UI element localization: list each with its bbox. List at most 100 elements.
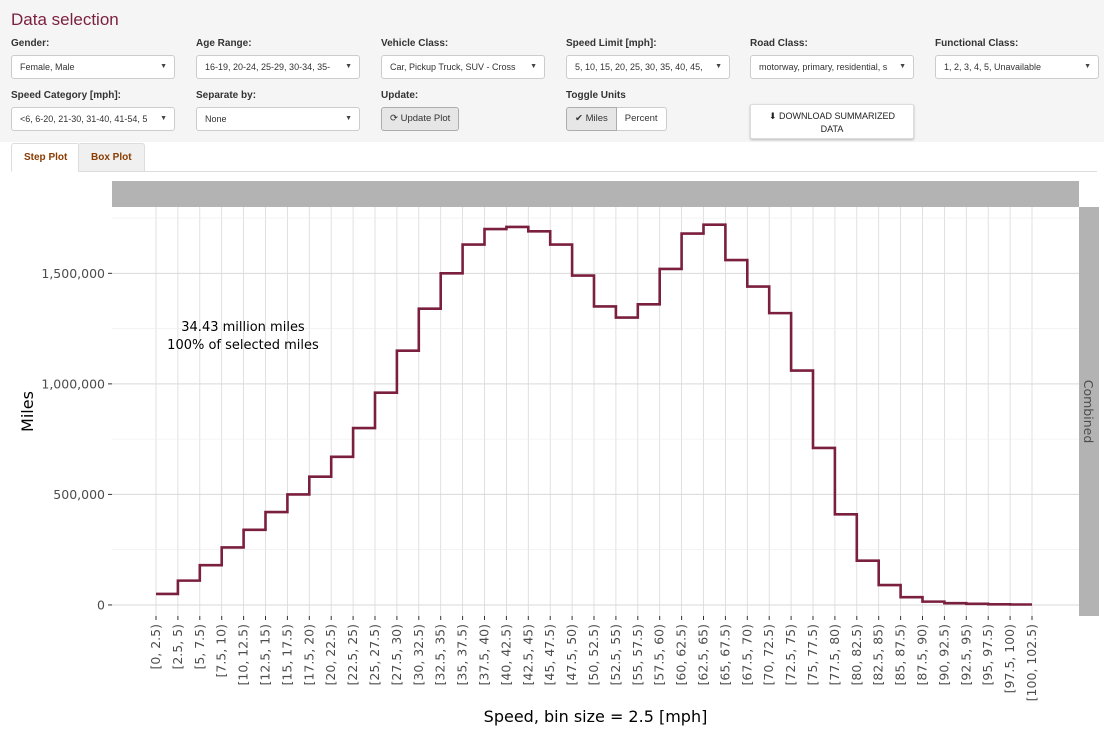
road-class-value: motorway, primary, residential, s (759, 62, 888, 72)
x-tick-label: [75, 77.5) (805, 624, 820, 685)
annotation-text: 34.43 million miles (181, 320, 305, 335)
y-tick-label: 1,000,000 (41, 376, 105, 391)
caret-down-icon: ▼ (160, 115, 167, 122)
facet-label: Combined (1081, 380, 1096, 444)
vehicle-class-control: Vehicle Class: Car, Pickup Truck, SUV - … (381, 38, 545, 79)
panel-title: Data selection (11, 10, 119, 29)
x-tick-label: [60, 62.5) (674, 624, 689, 685)
separate-by-value: None (205, 114, 227, 124)
miles-toggle-button[interactable]: ✔ Miles (566, 107, 617, 131)
update-plot-label: Update Plot (400, 113, 451, 124)
x-tick-label: [57.5, 60) (652, 624, 667, 685)
caret-down-icon: ▼ (715, 63, 722, 70)
x-tick-label: [22.5, 25) (345, 624, 360, 685)
x-tick-label: [82.5, 85) (871, 624, 886, 685)
age-range-value: 16-19, 20-24, 25-29, 30-34, 35- (205, 62, 331, 72)
x-tick-label: [90, 92.5) (936, 624, 951, 685)
update-label: Update: (381, 90, 419, 101)
vehicle-class-value: Car, Pickup Truck, SUV - Cross (390, 62, 516, 72)
download-summarized-data-button[interactable]: ⬇ DOWNLOAD SUMMARIZED DATA (750, 104, 914, 139)
x-tick-label: [97.5, 100) (1002, 624, 1017, 693)
x-tick-label: [72.5, 75) (783, 624, 798, 685)
step-plot-chart: Combined 0 500,000 1,000,000 1,500,000 [0, 2… (18, 181, 1099, 726)
top-facet-strip (112, 181, 1079, 207)
x-axis-title: Speed, bin size = 2.5 [mph] (484, 707, 708, 726)
x-tick-label: [10, 12.5) (236, 624, 251, 685)
x-tick-label: [85, 87.5) (893, 624, 908, 685)
y-axis-title: Miles (18, 391, 37, 432)
x-tick-label: [87.5, 90) (915, 624, 930, 685)
speed-limit-value: 5, 10, 15, 20, 25, 30, 35, 40, 45, (575, 62, 703, 72)
speed-limit-control: Speed Limit [mph]: 5, 10, 15, 20, 25, 30… (566, 38, 730, 79)
y-tick-label: 0 (97, 597, 105, 612)
x-tick-label: [40, 42.5) (498, 624, 513, 685)
speed-limit-label: Speed Limit [mph]: (566, 38, 657, 49)
x-tick-label: [100, 102.5) (1024, 624, 1039, 701)
caret-down-icon: ▼ (345, 63, 352, 70)
gender-select[interactable]: Female, Male ▼ (11, 55, 175, 79)
update-control: Update: ⟳ Update Plot (381, 90, 545, 131)
separate-by-control: Separate by: None ▼ (196, 90, 360, 131)
toggle-units-control: Toggle Units ✔ Miles Percent (566, 90, 730, 131)
x-tick-label: [65, 67.5) (717, 624, 732, 685)
age-range-select[interactable]: 16-19, 20-24, 25-29, 30-34, 35- ▼ (196, 55, 360, 79)
speed-category-label: Speed Category [mph]: (11, 90, 122, 101)
x-tick-label: [30, 32.5) (411, 624, 426, 685)
download-icon: ⬇ (768, 111, 777, 121)
functional-class-label: Functional Class: (935, 38, 1019, 49)
vehicle-class-select[interactable]: Car, Pickup Truck, SUV - Cross ▼ (381, 55, 545, 79)
y-tick-label: 500,000 (53, 487, 105, 502)
percent-toggle-label: Percent (624, 113, 658, 124)
x-tick-label: [0, 2.5) (148, 624, 163, 670)
gender-label: Gender: (11, 38, 50, 49)
toggle-units-group: ✔ Miles Percent (566, 107, 667, 131)
vehicle-class-label: Vehicle Class: (381, 38, 449, 49)
percent-toggle-button[interactable]: Percent (616, 107, 667, 131)
plot-panel (112, 207, 1079, 616)
gender-control: Gender: Female, Male ▼ (11, 38, 175, 79)
functional-class-value: 1, 2, 3, 4, 5, Unavailable (944, 62, 1042, 72)
download-label-line2: DATA (820, 124, 844, 134)
x-tick-label: [95, 97.5) (980, 624, 995, 685)
x-tick-label: [37.5, 40) (477, 624, 492, 685)
refresh-icon: ⟳ (390, 113, 398, 124)
x-tick-label: [17.5, 20) (301, 624, 316, 685)
download-label-line1: DOWNLOAD SUMMARIZED (779, 111, 896, 121)
y-tick-label: 1,500,000 (41, 266, 105, 281)
caret-down-icon: ▼ (899, 63, 906, 70)
caret-down-icon: ▼ (345, 115, 352, 122)
x-tick-label: [12.5, 15) (258, 624, 273, 685)
tab-box-plot[interactable]: Box Plot (78, 143, 145, 172)
speed-category-control: Speed Category [mph]: <6, 6-20, 21-30, 3… (11, 90, 175, 131)
gender-value: Female, Male (20, 62, 75, 72)
x-tick-label: [2.5, 5) (170, 624, 185, 670)
x-tick-label: [20, 22.5) (323, 624, 338, 685)
speed-limit-select[interactable]: 5, 10, 15, 20, 25, 30, 35, 40, 45, ▼ (566, 55, 730, 79)
plot-tabs: Step Plot Box Plot (11, 143, 1097, 172)
check-icon: ✔ (575, 113, 583, 124)
x-tick-label: [80, 82.5) (849, 624, 864, 685)
x-tick-label: [77.5, 80) (827, 624, 842, 685)
tab-step-plot[interactable]: Step Plot (11, 143, 81, 172)
caret-down-icon: ▼ (1084, 63, 1091, 70)
x-tick-label: [42.5, 45) (520, 624, 535, 685)
speed-category-select[interactable]: <6, 6-20, 21-30, 31-40, 41-54, 5 ▼ (11, 107, 175, 131)
x-tick-label: [62.5, 65) (696, 624, 711, 685)
miles-toggle-label: Miles (585, 113, 608, 124)
separate-by-select[interactable]: None ▼ (196, 107, 360, 131)
caret-down-icon: ▼ (530, 63, 537, 70)
x-tick-label: [5, 7.5) (192, 624, 207, 670)
separate-by-label: Separate by: (196, 90, 257, 101)
update-plot-button[interactable]: ⟳ Update Plot (381, 107, 460, 131)
road-class-select[interactable]: motorway, primary, residential, s ▼ (750, 55, 914, 79)
x-tick-label: [50, 52.5) (586, 624, 601, 685)
x-tick-label: [27.5, 30) (389, 624, 404, 685)
grid-layer (112, 207, 1079, 616)
x-tick-label: [47.5, 50) (564, 624, 579, 685)
caret-down-icon: ▼ (160, 63, 167, 70)
x-tick-label: [32.5, 35) (433, 624, 448, 685)
functional-class-select[interactable]: 1, 2, 3, 4, 5, Unavailable ▼ (935, 55, 1099, 79)
x-tick-label: [92.5, 95) (958, 624, 973, 685)
annotation-text: 100% of selected miles (167, 338, 319, 353)
age-range-control: Age Range: 16-19, 20-24, 25-29, 30-34, 3… (196, 38, 360, 79)
